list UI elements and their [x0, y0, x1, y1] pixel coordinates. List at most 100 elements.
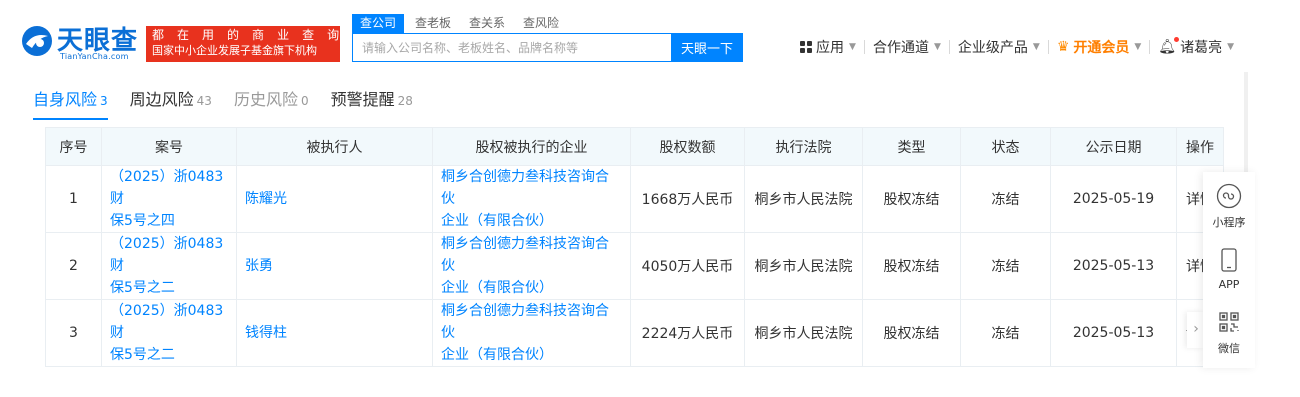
person-link[interactable]: 张勇 [245, 258, 273, 274]
cell-amount: 4050万人民币 [630, 232, 745, 300]
qr-code-icon [1215, 308, 1243, 336]
case-line-2: 保5号之二 [110, 280, 175, 296]
cell-amount: 2224万人民币 [630, 299, 745, 367]
cell-type: 股权冻结 [862, 299, 961, 367]
cell-type: 股权冻结 [862, 232, 961, 300]
header-case-no: 案号 [101, 127, 237, 166]
cell-status: 冻结 [960, 165, 1051, 233]
bell-icon[interactable]: 🔔︎ [1158, 37, 1180, 55]
tab-self-risk[interactable]: 自身风险 3 [33, 86, 108, 120]
caret-down-icon: ▼ [849, 42, 856, 52]
cell-date: 2025-05-13 [1050, 299, 1177, 367]
company-line-2: 企业（有限合伙） [441, 280, 553, 296]
search-input[interactable] [352, 33, 671, 62]
mini-program-button[interactable]: 小程序 [1203, 182, 1255, 230]
caret-down-icon: ▼ [1227, 42, 1234, 52]
nav-enterprise[interactable]: 企业级产品 ▼ [950, 37, 1048, 57]
logo-mark-icon [22, 26, 52, 56]
caret-down-icon: ▼ [933, 42, 941, 52]
cell-company[interactable]: 桐乡合创德力叁科技咨询合伙 企业（有限合伙） [432, 299, 631, 367]
notification-dot [1174, 37, 1180, 42]
nav-vip-label: 开通会员 [1073, 40, 1130, 56]
search-box: 天眼一下 [352, 33, 743, 62]
search-tab-company[interactable]: 查公司 [352, 14, 405, 34]
nav-vip[interactable]: ♛ 开通会员 ▼ [1049, 37, 1149, 57]
tab-surrounding-risk[interactable]: 周边风险 43 [130, 86, 212, 120]
cell-case-no[interactable]: （2025）浙0483财保5号之四 [101, 165, 237, 233]
wechat-button[interactable]: 微信 [1203, 308, 1255, 356]
mini-program-icon [1215, 182, 1243, 210]
case-line-1: （2025）浙0483财 [110, 303, 224, 341]
person-link[interactable]: 钱得柱 [245, 325, 287, 341]
cell-court: 桐乡市人民法院 [744, 165, 863, 233]
case-line-2: 保5号之二 [110, 347, 175, 363]
cell-status: 冻结 [960, 299, 1051, 367]
search-type-tabs: 查公司 查老板 查关系 查风险 [352, 14, 568, 34]
tianyancha-logo[interactable]: 天眼查 TianYanCha.com [20, 22, 142, 62]
search-tab-boss[interactable]: 查老板 [406, 14, 460, 34]
table-row: 1 （2025）浙0483财保5号之四 陈耀光 桐乡合创德力叁科技咨询合伙 企业（… [45, 165, 1224, 233]
case-line-1: （2025）浙0483财 [110, 236, 224, 274]
cell-person[interactable]: 钱得柱 [236, 299, 433, 367]
cell-date: 2025-05-19 [1050, 165, 1177, 233]
header-op: 操作 [1176, 127, 1224, 166]
header-court: 执行法院 [744, 127, 863, 166]
cell-court: 桐乡市人民法院 [744, 232, 863, 300]
cell-index: 1 [45, 165, 102, 233]
company-line-1: 桐乡合创德力叁科技咨询合伙 [441, 236, 609, 274]
slogan-banner: 都 在 用 的 商 业 查 询 工 具 国家中小企业发展子基金旗下机构 [146, 26, 394, 62]
cell-company[interactable]: 桐乡合创德力叁科技咨询合伙 企业（有限合伙） [432, 165, 631, 233]
nav-user[interactable]: 🔔︎ 诸葛亮 ▼ [1150, 37, 1242, 57]
cell-case-no[interactable]: （2025）浙0483财保5号之二 [101, 232, 237, 300]
tab-label: 周边风险 [129, 90, 194, 109]
nav-app[interactable]: 应用 ▼ [792, 37, 864, 57]
cell-index: 3 [45, 299, 102, 367]
header-index: 序号 [45, 127, 102, 166]
crown-icon: ♛ [1056, 39, 1070, 55]
wechat-label: 微信 [1218, 342, 1240, 355]
slogan-line-1: 都 在 用 的 商 业 查 询 工 具 [152, 28, 394, 42]
site-header: 天眼查 TianYanCha.com 都 在 用 的 商 业 查 询 工 具 国… [0, 0, 1300, 72]
cell-case-no[interactable]: （2025）浙0483财保5号之二 [101, 299, 237, 367]
tab-count: 43 [196, 94, 212, 108]
cell-date: 2025-05-13 [1050, 232, 1177, 300]
search-button[interactable]: 天眼一下 [671, 33, 743, 62]
cell-court: 桐乡市人民法院 [744, 299, 863, 367]
cell-index: 2 [45, 232, 102, 300]
cell-person[interactable]: 张勇 [236, 232, 433, 300]
tab-warning[interactable]: 预警提醒 28 [331, 86, 413, 120]
tab-label: 自身风险 [33, 90, 98, 109]
case-line-2: 保5号之四 [110, 213, 175, 229]
table-row: 3 （2025）浙0483财保5号之二 钱得柱 桐乡合创德力叁科技咨询合伙 企业（… [45, 299, 1224, 367]
scrollbar-track[interactable] [1244, 72, 1248, 172]
header-date: 公示日期 [1050, 127, 1177, 166]
person-link[interactable]: 陈耀光 [245, 191, 287, 207]
chevron-right-icon: › [1193, 321, 1199, 337]
caret-down-icon: ▼ [1032, 42, 1040, 52]
search-tab-relation[interactable]: 查关系 [460, 14, 514, 34]
header-type: 类型 [862, 127, 961, 166]
logo-domain: TianYanCha.com [60, 52, 129, 61]
tab-label: 预警提醒 [330, 90, 395, 109]
tab-count: 28 [397, 94, 413, 108]
cell-company[interactable]: 桐乡合创德力叁科技咨询合伙企业（有限合伙） [432, 232, 631, 300]
search-tab-risk[interactable]: 查风险 [514, 14, 568, 34]
user-name: 诸葛亮 [1180, 40, 1223, 56]
tab-count: 3 [100, 94, 108, 108]
app-label: APP [1218, 278, 1240, 291]
case-line-1: （2025）浙0483财 [110, 169, 224, 207]
slogan-line-2: 国家中小企业发展子基金旗下机构 [152, 44, 317, 57]
cell-person[interactable]: 陈耀光 [236, 165, 433, 233]
phone-icon [1215, 246, 1243, 274]
nav-enterprise-label: 企业级产品 [957, 40, 1028, 56]
tab-history-risk[interactable]: 历史风险 0 [234, 86, 309, 120]
nav-channel-label: 合作通道 [872, 40, 929, 56]
nav-channel[interactable]: 合作通道 ▼ [865, 37, 949, 57]
header-amount: 股权数额 [630, 127, 745, 166]
cell-status: 冻结 [960, 232, 1051, 300]
cell-amount: 1668万人民币 [630, 165, 745, 233]
caret-down-icon: ▼ [1134, 42, 1142, 52]
top-nav: 应用 ▼ 合作通道 ▼ 企业级产品 ▼ ♛ 开通会员 ▼ 🔔︎ 诸葛亮 ▼ [792, 36, 1242, 58]
company-line-2: 企业（有限合伙） [441, 347, 553, 363]
app-download-button[interactable]: APP [1203, 246, 1255, 291]
